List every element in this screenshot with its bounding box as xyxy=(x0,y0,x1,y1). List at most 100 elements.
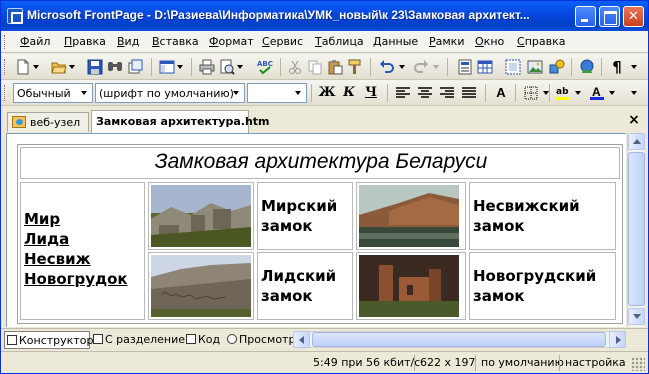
tab-page[interactable]: Замковая архитектура.htm xyxy=(91,110,270,133)
vertical-scrollbar[interactable] xyxy=(627,133,645,327)
link-lida[interactable]: Лида xyxy=(24,229,128,249)
horizontal-scroll-thumb[interactable] xyxy=(312,332,606,347)
preview-button[interactable] xyxy=(217,57,237,77)
font-select[interactable]: (шрифт по умолчанию) xyxy=(95,83,245,103)
caption-lida[interactable]: Лидский замок xyxy=(261,266,336,306)
print-button[interactable] xyxy=(197,57,217,77)
lida-castle-photo[interactable] xyxy=(151,255,251,317)
underline-button[interactable]: Ч xyxy=(361,83,381,103)
menu-format[interactable]: Формат xyxy=(209,35,254,48)
caption-cell[interactable]: Новогрудский замок xyxy=(469,252,616,320)
link-novogrudok[interactable]: Новогрудок xyxy=(24,269,128,289)
scroll-left-button[interactable] xyxy=(293,331,310,348)
menu-edit[interactable]: Правка xyxy=(64,35,106,48)
menu-insert[interactable]: Вставка xyxy=(152,35,199,48)
novogrudok-castle-photo[interactable] xyxy=(359,255,459,317)
preview-dropdown[interactable] xyxy=(235,57,245,77)
mir-castle-photo[interactable] xyxy=(151,185,251,247)
italic-button[interactable]: К xyxy=(339,83,359,103)
toolbar-grip[interactable] xyxy=(4,59,7,75)
close-button[interactable]: ✕ xyxy=(623,6,644,27)
toggle-pane-dropdown[interactable] xyxy=(175,57,185,77)
toggle-pane-button[interactable] xyxy=(157,57,177,77)
web-component-button[interactable] xyxy=(455,57,475,77)
image-cell[interactable] xyxy=(148,182,254,250)
minimize-button[interactable] xyxy=(575,6,596,27)
link-nesvizh[interactable]: Несвиж xyxy=(24,249,128,269)
menu-help[interactable]: Справка xyxy=(517,35,565,48)
show-all-button[interactable]: ¶ xyxy=(607,57,627,77)
style-select[interactable]: Обычный xyxy=(13,83,93,103)
page-heading[interactable]: Замковая архитектура Беларуси xyxy=(21,150,621,174)
menu-view[interactable]: Вид xyxy=(117,35,139,48)
menu-frames[interactable]: Рамки xyxy=(429,35,464,48)
align-left-button[interactable] xyxy=(393,83,413,103)
drawing-button[interactable] xyxy=(547,57,567,77)
toolbar-grip[interactable] xyxy=(4,85,7,101)
scroll-up-button[interactable] xyxy=(628,133,645,150)
toolbar-options[interactable] xyxy=(629,83,639,103)
tab-web-site[interactable]: веб-узел xyxy=(7,112,89,132)
paste-button[interactable] xyxy=(325,57,345,77)
vertical-scroll-thumb[interactable] xyxy=(628,152,645,306)
undo-dropdown[interactable] xyxy=(397,57,407,77)
increase-font-button[interactable]: A xyxy=(491,83,511,103)
menu-grip[interactable] xyxy=(4,35,7,49)
font-color-button[interactable]: A xyxy=(587,83,607,103)
frontpage-app-icon[interactable] xyxy=(7,8,23,24)
new-page-button[interactable] xyxy=(13,57,33,77)
links-cell[interactable]: Мир Лида Несвиж Новогрудок xyxy=(20,182,145,320)
view-tab-code[interactable]: Код xyxy=(184,331,224,349)
insert-picture-button[interactable] xyxy=(525,57,545,77)
caption-nesvizh[interactable]: Несвижский замок xyxy=(473,196,580,236)
caption-cell[interactable]: Лидский замок xyxy=(257,252,353,320)
align-center-button[interactable] xyxy=(415,83,435,103)
view-tab-design[interactable]: Конструктор xyxy=(4,331,93,349)
menu-window[interactable]: Окно xyxy=(475,35,504,48)
insert-layer-button[interactable] xyxy=(503,57,523,77)
insert-table-button[interactable] xyxy=(475,57,495,77)
font-color-dropdown[interactable] xyxy=(607,83,617,103)
publish-button[interactable] xyxy=(125,57,145,77)
link-mir[interactable]: Мир xyxy=(24,209,128,229)
scroll-down-button[interactable] xyxy=(628,308,645,325)
image-cell[interactable] xyxy=(148,252,254,320)
scroll-right-button[interactable] xyxy=(609,331,626,348)
justify-button[interactable] xyxy=(459,83,479,103)
highlight-dropdown[interactable] xyxy=(573,83,583,103)
hyperlink-button[interactable] xyxy=(577,57,597,77)
schema-status[interactable]: по умолчанию xyxy=(475,355,564,371)
caption-mir[interactable]: Мирский замок xyxy=(261,196,337,236)
save-button[interactable] xyxy=(85,57,105,77)
caption-cell[interactable]: Несвижский замок xyxy=(469,182,616,250)
format-painter-button[interactable] xyxy=(345,57,365,77)
copy-button[interactable] xyxy=(305,57,325,77)
close-tab-icon[interactable]: × xyxy=(627,113,641,127)
menu-tools[interactable]: Сервис xyxy=(262,35,303,48)
menu-table[interactable]: Таблица xyxy=(315,35,364,48)
redo-dropdown[interactable] xyxy=(431,57,441,77)
bold-button[interactable]: Ж xyxy=(317,83,337,103)
image-cell[interactable] xyxy=(356,252,466,320)
caption-cell[interactable]: Мирский замок xyxy=(257,182,353,250)
document-editor[interactable]: Замковая архитектура Беларуси Мир Лида Н… xyxy=(6,133,626,327)
view-tab-preview[interactable]: Просмотр xyxy=(225,331,295,349)
font-size-select[interactable] xyxy=(247,83,307,103)
cut-button[interactable] xyxy=(285,57,305,77)
toolbar-options[interactable] xyxy=(629,57,639,77)
align-right-button[interactable] xyxy=(437,83,457,103)
open-dropdown[interactable] xyxy=(67,57,77,77)
borders-button[interactable] xyxy=(521,83,541,103)
maximize-button[interactable] xyxy=(599,6,620,27)
spelling-button[interactable]: ABC xyxy=(255,57,275,77)
nesvizh-castle-photo[interactable] xyxy=(359,185,459,247)
caption-novogrudok[interactable]: Новогрудский замок xyxy=(473,266,596,306)
highlight-button[interactable]: ab xyxy=(553,83,573,103)
new-page-dropdown[interactable] xyxy=(31,57,41,77)
horizontal-scrollbar[interactable] xyxy=(293,331,626,348)
image-cell[interactable] xyxy=(356,182,466,250)
search-button[interactable] xyxy=(105,57,125,77)
resize-grip[interactable] xyxy=(631,357,645,371)
redo-button[interactable] xyxy=(411,57,431,77)
menu-file[interactable]: Файл xyxy=(20,35,50,48)
